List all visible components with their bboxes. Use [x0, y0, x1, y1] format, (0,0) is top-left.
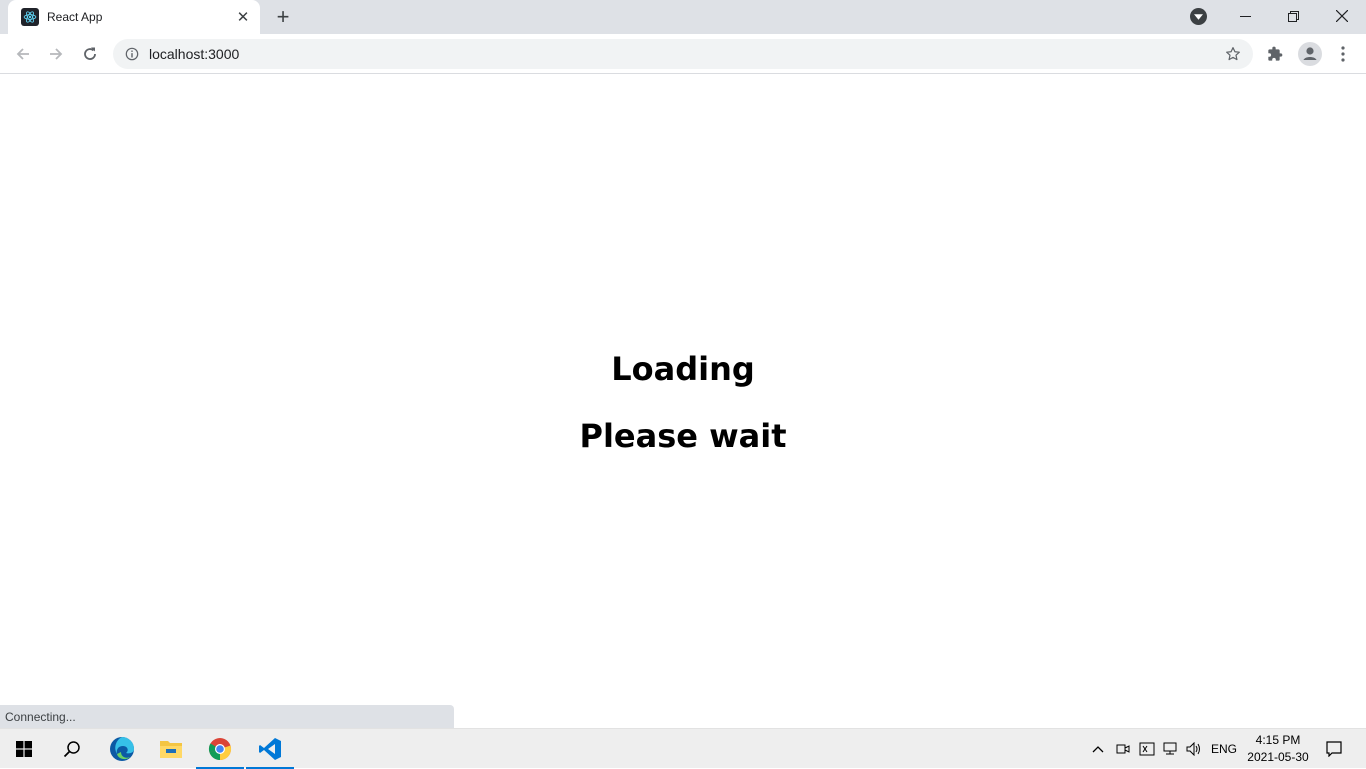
search-icon[interactable] [48, 729, 96, 769]
minimize-icon[interactable] [1222, 0, 1268, 32]
loading-heading: Loading [611, 350, 755, 388]
tab-close-icon[interactable]: ✕ [234, 8, 252, 26]
forward-icon[interactable] [42, 40, 70, 68]
page-viewport: Loading Please wait [0, 74, 1366, 728]
menu-kebab-icon[interactable] [1329, 40, 1357, 68]
volume-icon[interactable] [1183, 729, 1205, 769]
tab-strip: React App ✕ + [0, 0, 1366, 34]
url-text: localhost:3000 [149, 46, 240, 62]
please-wait-heading: Please wait [579, 417, 787, 455]
language-indicator[interactable]: ENG [1206, 729, 1242, 769]
action-center-icon[interactable] [1320, 729, 1348, 769]
reload-icon[interactable] [76, 40, 104, 68]
extensions-puzzle-icon[interactable] [1261, 40, 1289, 68]
site-info-icon[interactable] [124, 46, 140, 62]
show-hidden-icons-chevron-icon[interactable] [1088, 729, 1108, 769]
profile-avatar-icon[interactable] [1296, 40, 1324, 68]
back-icon[interactable] [9, 40, 37, 68]
browser-toolbar: localhost:3000 [0, 34, 1366, 74]
react-favicon-icon [21, 8, 39, 26]
network-icon[interactable] [1160, 729, 1182, 769]
input-indicator-icon[interactable] [1136, 729, 1158, 769]
meet-now-icon[interactable] [1113, 729, 1133, 769]
clock-date: 2021-05-30 [1247, 750, 1309, 764]
tab-search-icon[interactable] [1190, 8, 1207, 25]
tab-title: React App [47, 10, 103, 24]
edge-icon[interactable] [98, 729, 146, 769]
address-bar[interactable]: localhost:3000 [113, 39, 1253, 69]
vscode-icon[interactable] [246, 729, 294, 769]
chrome-icon[interactable] [196, 729, 244, 769]
status-bubble: Connecting... [0, 705, 454, 728]
tab-react-app[interactable]: React App ✕ [8, 0, 260, 34]
close-window-icon[interactable] [1319, 0, 1365, 32]
file-explorer-icon[interactable] [147, 729, 195, 769]
clock[interactable]: 4:15 PM 2021-05-30 [1244, 732, 1312, 766]
new-tab-button[interactable]: + [272, 4, 294, 29]
start-icon[interactable] [0, 729, 48, 769]
clock-time: 4:15 PM [1255, 733, 1301, 747]
windows-taskbar: ENG 4:15 PM 2021-05-30 [0, 728, 1366, 769]
restore-icon[interactable] [1270, 0, 1316, 32]
bookmark-star-icon[interactable] [1223, 44, 1243, 64]
